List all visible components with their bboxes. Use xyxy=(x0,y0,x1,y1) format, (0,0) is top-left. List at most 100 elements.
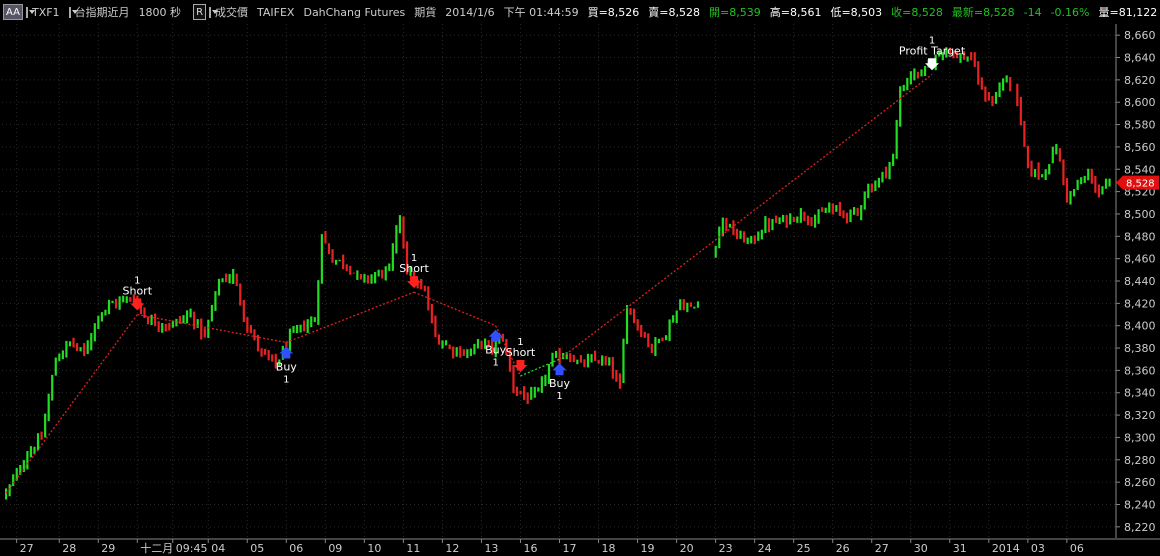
symbol-code[interactable]: TXF1 xyxy=(32,6,60,19)
price-bar-up xyxy=(863,191,866,210)
price-bar-up xyxy=(771,218,774,231)
y-tick-label: 8,300 xyxy=(1124,431,1156,444)
price-bar-up xyxy=(1083,175,1086,183)
price-bar-up xyxy=(182,315,185,324)
chevron-down-icon[interactable] xyxy=(25,6,35,18)
price-bar-up xyxy=(544,374,547,387)
price-bar-up xyxy=(104,309,107,316)
x-tick-label: 十二月 xyxy=(140,541,173,555)
price-bar-up xyxy=(533,386,536,398)
price-bar-up xyxy=(672,315,675,323)
price-bar-up xyxy=(1069,191,1072,205)
symbol-dropdown-icon[interactable] xyxy=(68,6,78,18)
price-bar-up xyxy=(391,243,394,271)
price-bar-up xyxy=(782,214,785,223)
price-bar-down xyxy=(916,71,920,79)
price-bar-up xyxy=(1041,174,1044,178)
x-tick-label: 10 xyxy=(367,542,381,555)
time-label: 下午 01:44:59 xyxy=(503,6,579,19)
price-bar-down xyxy=(604,356,607,366)
price-bar-down xyxy=(831,203,834,215)
price-bar-up xyxy=(1076,179,1079,191)
signal-qty: 1 xyxy=(556,391,562,402)
price-bar-down xyxy=(743,231,746,243)
last-label: 最新=8,528 xyxy=(951,6,1015,19)
low-label: 低=8,503 xyxy=(830,6,883,19)
price-bar-down xyxy=(977,61,980,85)
price-bar-down xyxy=(75,343,79,352)
price-chart[interactable]: Short1Buy1Short1Buy1Short1Buy1Profit Tar… xyxy=(0,24,1160,556)
market-label: 期貨 xyxy=(414,6,437,19)
price-bar-up xyxy=(1002,78,1005,91)
aa-label: AA xyxy=(6,6,20,18)
price-bar-up xyxy=(1104,178,1108,189)
price-bar-down xyxy=(253,329,256,341)
y-tick-label: 8,540 xyxy=(1124,163,1156,176)
price-bar-up xyxy=(374,271,377,284)
price-bar-down xyxy=(1030,160,1033,177)
price-bar-down xyxy=(164,323,167,332)
x-tick-label: 03 xyxy=(1031,542,1045,555)
aa-button[interactable]: AA xyxy=(3,4,23,20)
price-bar-down xyxy=(1097,184,1101,198)
price-bar-down xyxy=(157,321,160,333)
price-bar-up xyxy=(902,84,905,92)
price-bar-up xyxy=(320,234,323,284)
y-tick-label: 8,440 xyxy=(1124,275,1156,288)
interval-label[interactable]: 1800 秒 xyxy=(139,4,182,20)
price-bar-down xyxy=(430,303,433,324)
x-tick-label: 13 xyxy=(484,542,498,555)
price-bar-up xyxy=(107,299,111,315)
price-bar-up xyxy=(466,349,469,359)
price-bar-down xyxy=(842,210,845,219)
price-bar-up xyxy=(586,353,590,368)
price-bar-up xyxy=(923,66,927,76)
x-tick-label: 29 xyxy=(101,542,115,555)
price-bar-up xyxy=(210,304,213,322)
price-bar-down xyxy=(1090,168,1093,184)
price-bar-up xyxy=(196,319,199,328)
price-type: 成交價 xyxy=(215,6,249,19)
price-bar-down xyxy=(593,350,597,361)
price-bar-up xyxy=(150,314,153,325)
price-type-dropdown-icon[interactable] xyxy=(209,6,219,18)
price-bar-up xyxy=(1101,186,1104,195)
price-bar-up xyxy=(874,180,877,191)
price-bar-down xyxy=(615,369,618,382)
price-bar-down xyxy=(558,347,561,365)
price-bar-down xyxy=(342,254,345,270)
price-bar-down xyxy=(40,431,43,440)
y-tick-label: 8,380 xyxy=(1124,342,1156,355)
price-bar-down xyxy=(633,308,636,324)
price-bar-up xyxy=(540,376,543,393)
price-bar-up xyxy=(47,393,50,422)
r-button[interactable]: R xyxy=(193,4,207,20)
price-bar-up xyxy=(221,278,224,283)
price-bar-up xyxy=(537,387,540,392)
price-bar-up xyxy=(1048,164,1051,175)
price-bar-down xyxy=(1058,148,1061,162)
y-tick-label: 8,240 xyxy=(1124,498,1156,511)
x-tick-label: 27 xyxy=(20,542,34,555)
price-bar-up xyxy=(750,235,753,244)
x-tick-label: 09:45 xyxy=(176,542,208,555)
price-bar-up xyxy=(1108,178,1111,187)
price-bar-down xyxy=(856,207,859,217)
price-bar-up xyxy=(796,216,799,223)
price-bar-up xyxy=(1080,177,1083,185)
price-bar-up xyxy=(714,245,717,258)
price-bar-down xyxy=(803,211,806,222)
price-bar-up xyxy=(888,161,891,180)
price-bar-down xyxy=(437,334,441,345)
price-bar-down xyxy=(973,52,976,67)
x-tick-label: 12 xyxy=(445,542,459,555)
price-bar-down xyxy=(753,235,756,244)
price-bar-up xyxy=(90,333,93,351)
price-bar-down xyxy=(1026,145,1030,169)
price-bar-up xyxy=(877,177,881,188)
price-bar-up xyxy=(899,86,902,127)
symbol-name: 台指期近月 xyxy=(74,6,130,19)
price-bar-down xyxy=(480,340,483,350)
r-label: R xyxy=(196,6,204,18)
price-bar-up xyxy=(97,315,100,330)
